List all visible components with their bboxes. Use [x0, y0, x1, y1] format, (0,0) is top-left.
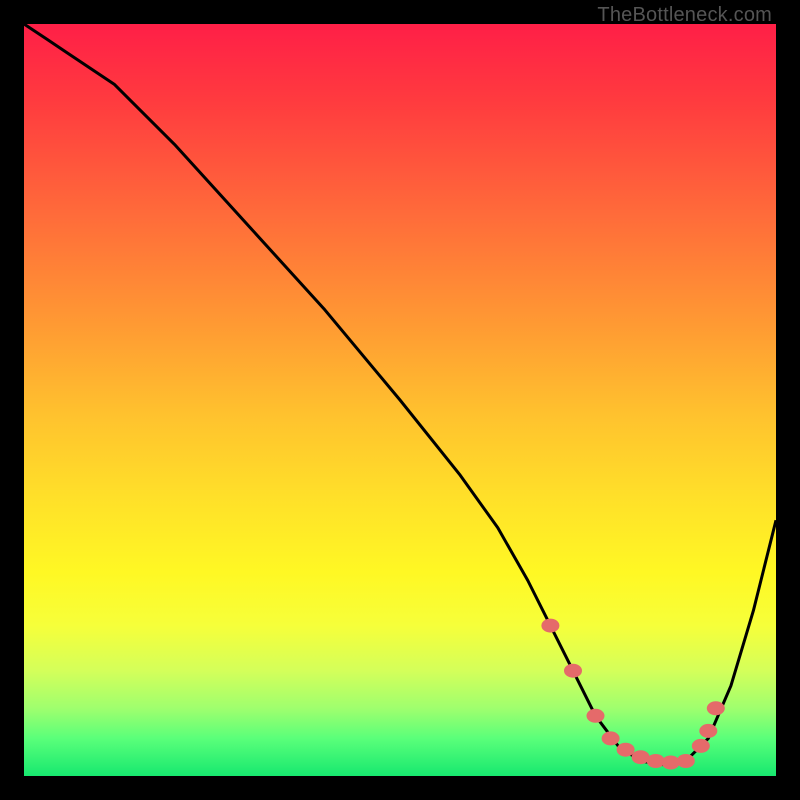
curve-marker: [587, 709, 605, 723]
curve-marker: [692, 739, 710, 753]
curve-marker: [602, 731, 620, 745]
marker-group: [541, 619, 724, 770]
bottleneck-curve: [24, 24, 776, 765]
chart-svg: [24, 24, 776, 776]
curve-marker: [617, 743, 635, 757]
curve-marker: [707, 701, 725, 715]
chart-frame: [24, 24, 776, 776]
curve-marker: [541, 619, 559, 633]
curve-marker: [564, 664, 582, 678]
watermark-text: TheBottleneck.com: [597, 4, 772, 27]
curve-marker: [662, 756, 680, 770]
curve-marker: [677, 754, 695, 768]
curve-marker: [699, 724, 717, 738]
